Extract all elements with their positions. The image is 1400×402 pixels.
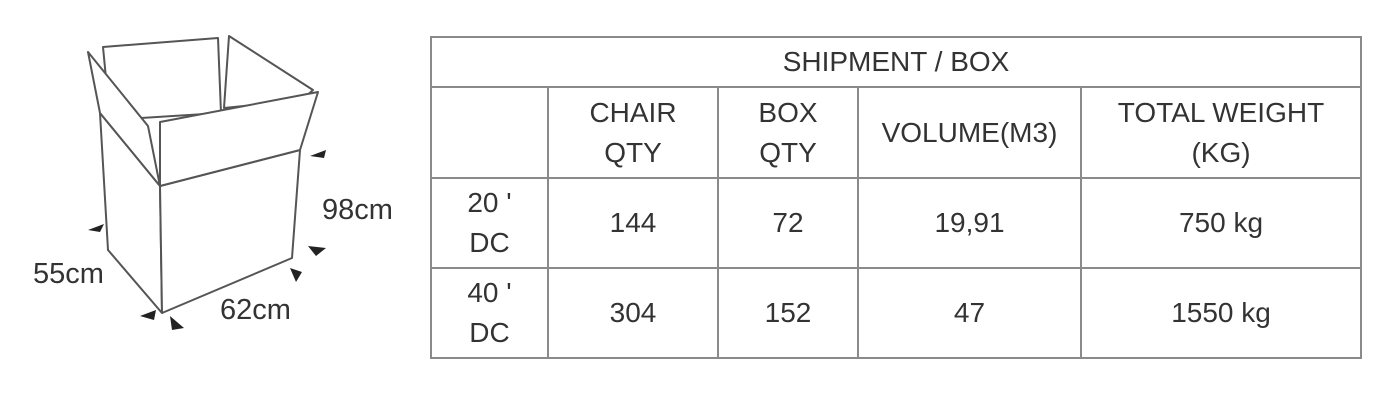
table-row: 40 ' DC 304 152 47 1550 kg [430,267,1363,359]
container-cell: 20 ' DC [430,177,549,269]
table-title: SHIPMENT / BOX [429,36,1363,88]
table-title-row: SHIPMENT / BOX [429,36,1363,88]
shipment-table: SHIPMENT / BOX CHAIR QTY BOX QTY VOLUME(… [429,36,1363,359]
box-qty-cell: 152 [717,267,859,359]
volume-cell: 47 [857,267,1082,359]
chair-qty-cell: 144 [547,177,719,269]
container-cell: 40 ' DC [430,267,549,359]
header-volume: VOLUME(M3) [857,86,1082,179]
depth-dimension-label: 55cm [33,258,104,290]
height-dimension-label: 98cm [322,194,393,226]
width-dimension-label: 62cm [220,294,291,326]
table-row: 20 ' DC 144 72 19,91 750 kg [430,177,1363,269]
total-weight-cell: 1550 kg [1079,267,1363,359]
table-header-row: CHAIR QTY BOX QTY VOLUME(M3) TOTAL WEIGH… [430,86,1363,179]
box-dimensions-figure: 98cm 55cm 62cm [0,0,420,402]
volume-cell: 19,91 [857,177,1082,269]
chair-qty-cell: 304 [547,267,719,359]
header-total-weight: TOTAL WEIGHT (KG) [1079,86,1363,179]
total-weight-cell: 750 kg [1079,177,1363,269]
header-container [430,86,549,179]
header-chair-qty: CHAIR QTY [547,86,719,179]
box-qty-cell: 72 [717,177,859,269]
header-box-qty: BOX QTY [717,86,859,179]
